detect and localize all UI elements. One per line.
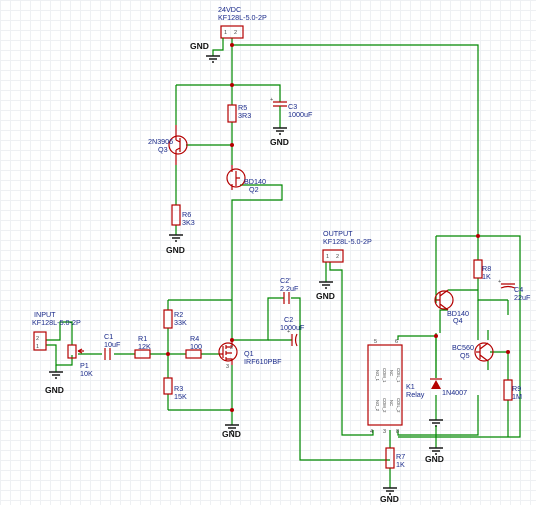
svg-text:1M: 1M	[512, 392, 522, 401]
gnd-symbol: GND	[190, 38, 224, 63]
schematic-diagram: 1 2 24VDC KF128L-5.0-2P GND R5 3R3 + C3 …	[32, 5, 531, 504]
svg-text:GND: GND	[222, 429, 241, 439]
resistor-r4: R4 100	[185, 334, 202, 359]
power-connector: 1 2 24VDC KF128L-5.0-2P	[218, 5, 267, 39]
svg-text:COM_2: COM_2	[382, 398, 387, 413]
svg-text:1: 1	[36, 344, 39, 350]
power-connector-part: KF128L-5.0-2P	[218, 13, 267, 22]
gnd-symbol-q1: GND	[222, 424, 241, 439]
svg-text:KF128L-5.0-2P: KF128L-5.0-2P	[32, 318, 81, 327]
resistor-r1: R1 12K	[134, 334, 151, 359]
svg-text:2.2uF: 2.2uF	[280, 284, 299, 293]
svg-text:Q5: Q5	[460, 351, 470, 360]
svg-text:COIL_1: COIL_1	[396, 368, 401, 383]
svg-text:NC: NC	[389, 400, 394, 406]
svg-text:33K: 33K	[174, 318, 187, 327]
transistor-q5: BC560 Q5	[452, 342, 494, 362]
capacitor-c3: + C3 1000uF GND	[270, 97, 313, 147]
svg-text:IRF610PBF: IRF610PBF	[244, 357, 282, 366]
svg-text:+: +	[498, 279, 501, 285]
svg-text:GND: GND	[166, 245, 185, 255]
potentiometer-p1: P1 10K GND	[45, 344, 93, 395]
svg-text:1000uF: 1000uF	[288, 110, 313, 119]
svg-text:3K3: 3K3	[182, 218, 195, 227]
transistor-q3: 2N3906 Q3	[148, 125, 188, 165]
svg-text:GND: GND	[425, 454, 444, 464]
svg-text:10K: 10K	[80, 369, 93, 378]
svg-text:Relay: Relay	[406, 390, 425, 399]
resistor-r6: R6 3K3 GND	[166, 204, 195, 255]
svg-text:1K: 1K	[482, 272, 491, 281]
svg-text:3: 3	[383, 429, 386, 435]
gnd-label: GND	[190, 41, 209, 51]
resistor-r5: R5 3R3	[227, 103, 251, 123]
svg-text:12K: 12K	[138, 342, 151, 351]
svg-text:1000uF: 1000uF	[280, 323, 305, 332]
svg-text:GND: GND	[270, 137, 289, 147]
svg-text:1K: 1K	[396, 460, 405, 469]
svg-text:GND: GND	[380, 494, 399, 504]
input-connector: 2 1 INPUT KF128L-5.0-2P	[32, 310, 81, 351]
svg-text:Q2: Q2	[249, 185, 259, 194]
capacitor-c2: + C2 1000uF	[280, 315, 305, 347]
capacitor-c2-prime: C2' 2.2uF	[280, 276, 299, 304]
svg-text:NO_2: NO_2	[375, 400, 380, 412]
svg-text:5: 5	[374, 339, 377, 345]
relay-k1: 5 6 4 3 8 NO_1 COM_1 NC COIL_1 NO_2 COM_…	[367, 339, 425, 435]
svg-text:GND: GND	[316, 291, 335, 301]
mosfet-q1: 2 3 Q1 IRF610PBF	[218, 340, 282, 370]
svg-text:2: 2	[234, 30, 237, 36]
svg-text:22uF: 22uF	[514, 293, 531, 302]
svg-text:100: 100	[190, 342, 202, 351]
svg-text:8: 8	[396, 429, 399, 435]
svg-text:Q4: Q4	[453, 316, 463, 325]
svg-text:10uF: 10uF	[104, 340, 121, 349]
resistor-r7: R7 1K GND	[380, 447, 405, 504]
svg-text:+: +	[270, 97, 273, 103]
svg-text:2: 2	[230, 345, 233, 351]
svg-text:1: 1	[326, 254, 329, 260]
svg-text:15K: 15K	[174, 392, 187, 401]
capacitor-c1: C1 10uF	[104, 332, 121, 360]
svg-text:KF128L-5.0-2P: KF128L-5.0-2P	[323, 237, 372, 246]
svg-text:1: 1	[224, 30, 227, 36]
svg-text:1N4007: 1N4007	[442, 388, 467, 397]
diode-1n4007: 1N4007 GND	[425, 378, 467, 464]
svg-text:2: 2	[336, 254, 339, 260]
output-connector: 1 2 OUTPUT KF128L-5.0-2P GND	[316, 229, 372, 301]
schematic-canvas: 1 2 24VDC KF128L-5.0-2P GND R5 3R3 + C3 …	[0, 0, 536, 505]
svg-text:3: 3	[226, 364, 229, 370]
svg-text:2: 2	[36, 336, 39, 342]
svg-text:COIL_2: COIL_2	[396, 398, 401, 413]
svg-text:COM_1: COM_1	[382, 368, 387, 383]
junctions	[166, 43, 510, 412]
svg-text:GND: GND	[45, 385, 64, 395]
resistor-r2: R2 33K	[163, 309, 187, 329]
svg-text:Q3: Q3	[158, 145, 168, 154]
capacitor-c4: + C4 22uF	[498, 279, 531, 302]
resistor-r8: R8 1K	[473, 259, 491, 281]
svg-text:NC: NC	[389, 370, 394, 376]
svg-text:6: 6	[395, 339, 398, 345]
svg-text:3R3: 3R3	[238, 111, 251, 120]
transistor-q2: BD140 Q2	[226, 165, 266, 194]
resistor-r9: R9 1M	[503, 379, 522, 401]
svg-text:NO_1: NO_1	[375, 370, 380, 382]
svg-text:4: 4	[370, 429, 373, 435]
